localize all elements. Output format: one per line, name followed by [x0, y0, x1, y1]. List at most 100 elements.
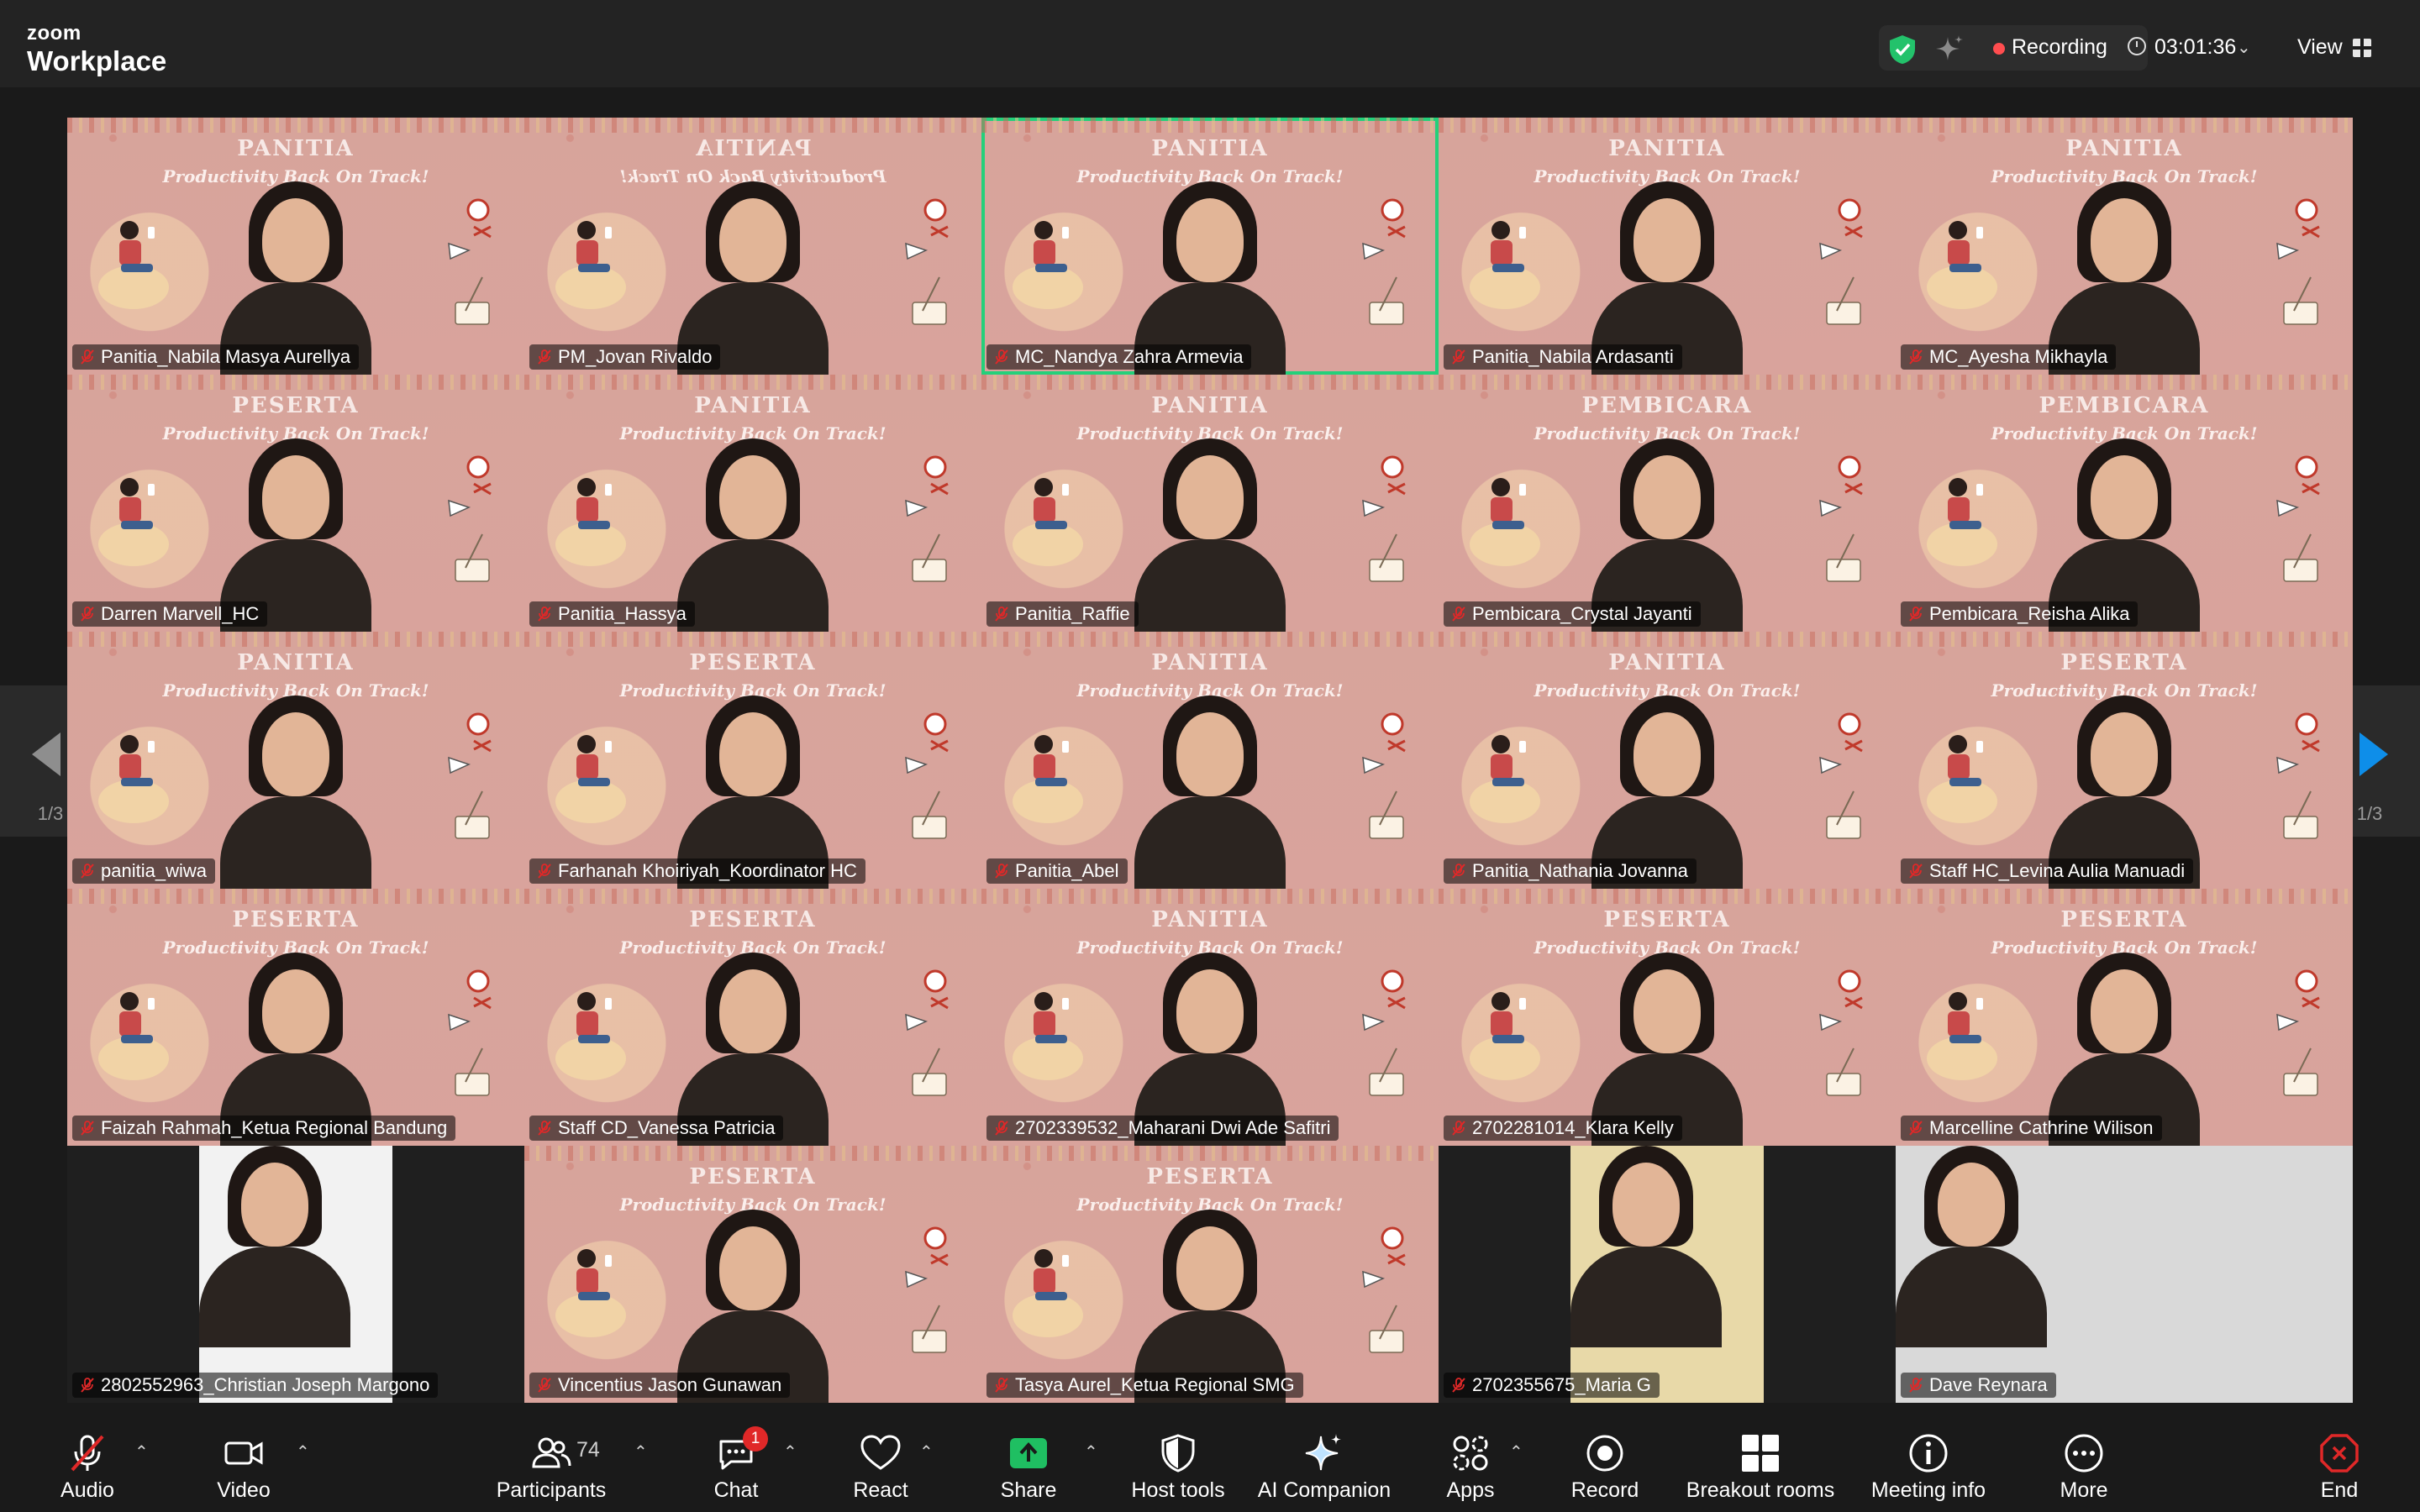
recording-label[interactable]: Recording [2012, 35, 2107, 60]
illustration-doodles-icon [905, 969, 949, 1096]
record-button[interactable]: Record [1563, 1416, 1647, 1512]
video-tile[interactable]: Dave Reynara [1896, 1146, 2353, 1403]
background-banner-role: PANITIA [694, 136, 812, 161]
chevron-down-icon[interactable]: ⌄ [2237, 37, 2251, 58]
grid-view-icon[interactable] [2353, 39, 2371, 57]
illustration-girl-icon [555, 478, 626, 566]
video-button[interactable]: Video [202, 1416, 286, 1512]
participants-options-chevron-icon[interactable]: ⌃ [634, 1441, 648, 1462]
participant-video-feed [1134, 438, 1286, 632]
background-banner-role: PESERTA [232, 393, 360, 418]
participant-name-text: Panitia_Nathania Jovanna [1472, 860, 1688, 881]
video-tile[interactable]: PANITIA Productivity Back On Track! PM_Jov… [524, 118, 981, 375]
participant-name-label: Tasya Aurel_Ketua Regional SMG [986, 1373, 1303, 1398]
participant-video-feed [1896, 1146, 2353, 1403]
meeting-info-button[interactable]: Meeting info [1865, 1416, 1991, 1512]
background-banner-role: PESERTA [2060, 650, 2188, 675]
logo-zoom-text: zoom [27, 22, 82, 45]
ai-companion-button[interactable]: AI Companion [1257, 1416, 1392, 1512]
logo-workplace-text: Workplace [27, 45, 167, 76]
video-tile[interactable]: PANITIA Productivity Back On Track! Paniti… [1439, 632, 1896, 889]
video-tile[interactable]: 2702355675_Maria G [1439, 1146, 1896, 1403]
video-tile[interactable]: 2802552963_Christian Joseph Margono [67, 1146, 524, 1403]
share-button[interactable]: Share [988, 1416, 1069, 1512]
participant-name-text: Vincentius Jason Gunawan [558, 1374, 782, 1395]
video-tile[interactable]: PEMBICARA Productivity Back On Track! Pemb… [1896, 375, 2353, 632]
background-banner-role: PESERTA [689, 1164, 817, 1189]
video-tile[interactable]: PESERTA Productivity Back On Track! Darren… [67, 375, 524, 632]
meeting-timer[interactable]: 03:01:36 [2154, 35, 2236, 60]
video-tile[interactable]: PESERTA Productivity Back On Track! Faizah… [67, 889, 524, 1146]
microphone-muted-icon [995, 864, 1008, 879]
participant-video-feed [199, 1146, 392, 1403]
microphone-muted-icon [538, 1121, 551, 1136]
video-tile[interactable]: PESERTA Productivity Back On Track! Marcel… [1896, 889, 2353, 1146]
background-banner-role: PESERTA [232, 907, 360, 932]
react-options-chevron-icon[interactable]: ⌃ [919, 1441, 934, 1462]
illustration-doodles-icon [448, 455, 492, 582]
microphone-muted-icon [538, 606, 551, 622]
microphone-muted-icon [1452, 864, 1465, 879]
chat-options-chevron-icon[interactable]: ⌃ [783, 1441, 797, 1462]
participants-button[interactable]: Participants [492, 1416, 610, 1512]
microphone-muted-icon [1452, 606, 1465, 622]
participant-name-text: 2702339532_Maharani Dwi Ade Safitri [1015, 1117, 1331, 1138]
participant-name-label: Pembicara_Crystal Jayanti [1444, 601, 1701, 627]
background-banner-role: PANITIA [1608, 650, 1726, 675]
view-button[interactable]: View [2297, 35, 2343, 60]
zoom-logo: zoom Workplace [27, 22, 167, 76]
video-tile[interactable]: PANITIA Productivity Back On Track! Paniti… [981, 375, 1439, 632]
apps-button[interactable]: Apps [1428, 1416, 1512, 1512]
illustration-doodles-icon [2276, 712, 2320, 839]
participant-name-label: Faizah Rahmah_Ketua Regional Bandung [72, 1116, 456, 1141]
video-tile[interactable]: PESERTA Productivity Back On Track! 270228… [1439, 889, 1896, 1146]
video-tile[interactable]: PANITIA Productivity Back On Track! paniti… [67, 632, 524, 889]
background-banner-role: PESERTA [1603, 907, 1731, 932]
video-options-chevron-icon[interactable]: ⌃ [296, 1441, 310, 1462]
audio-button[interactable]: Audio [44, 1416, 131, 1512]
participant-name-text: Panitia_Hassya [558, 603, 687, 624]
participant-name-label: Staff HC_Levina Aulia Manuadi [1901, 858, 2194, 884]
video-tile[interactable]: PESERTA Productivity Back On Track! Staff … [524, 889, 981, 1146]
encryption-shield-icon[interactable] [1887, 34, 1918, 66]
host-tools-button[interactable]: Host tools [1126, 1416, 1230, 1512]
video-tile[interactable]: PEMBICARA Productivity Back On Track! Pemb… [1439, 375, 1896, 632]
ai-sparkle-icon[interactable] [1934, 34, 1965, 64]
microphone-muted-icon [81, 864, 94, 879]
video-tile[interactable]: PANITIA Productivity Back On Track! Paniti… [67, 118, 524, 375]
participant-name-label: 2702355675_Maria G [1444, 1373, 1660, 1398]
record-icon [1586, 1435, 1623, 1472]
illustration-girl-icon [1013, 735, 1083, 823]
participant-name-text: PM_Jovan Rivaldo [558, 346, 713, 367]
microphone-muted-icon [995, 1378, 1008, 1393]
illustration-girl-icon [1470, 992, 1540, 1080]
video-label: Video [217, 1478, 271, 1502]
chat-label: Chat [713, 1478, 759, 1502]
more-icon [2065, 1434, 2103, 1473]
breakout-rooms-button[interactable]: Breakout rooms [1681, 1416, 1840, 1512]
illustration-doodles-icon [1362, 712, 1406, 839]
video-tile[interactable]: PANITIA Productivity Back On Track! Paniti… [524, 375, 981, 632]
participant-name-label: Pembicara_Reisha Alika [1901, 601, 2139, 627]
background-banner-role: PESERTA [689, 650, 817, 675]
participant-name-text: Marcelline Cathrine Wilison [1929, 1117, 2154, 1138]
audio-options-chevron-icon[interactable]: ⌃ [134, 1441, 149, 1462]
more-button[interactable]: More [2042, 1416, 2126, 1512]
video-tile[interactable]: PANITIA Productivity Back On Track! MC_Nan… [981, 118, 1439, 375]
video-tile[interactable]: PESERTA Productivity Back On Track! Farhan… [524, 632, 981, 889]
share-options-chevron-icon[interactable]: ⌃ [1084, 1441, 1098, 1462]
video-tile[interactable]: PESERTA Productivity Back On Track! Tasya … [981, 1146, 1439, 1403]
video-tile[interactable]: PANITIA Productivity Back On Track! 270233… [981, 889, 1439, 1146]
participant-name-label: Darren Marvell_HC [72, 601, 268, 627]
illustration-girl-icon [555, 1249, 626, 1337]
end-meeting-button[interactable]: End [2306, 1416, 2373, 1512]
video-tile[interactable]: PESERTA Productivity Back On Track! Vincen… [524, 1146, 981, 1403]
illustration-doodles-icon [905, 198, 949, 325]
apps-options-chevron-icon[interactable]: ⌃ [1509, 1441, 1523, 1462]
video-tile[interactable]: PESERTA Productivity Back On Track! Staff … [1896, 632, 2353, 889]
video-tile[interactable]: PANITIA Productivity Back On Track! MC_Aye… [1896, 118, 2353, 375]
video-tile[interactable]: PANITIA Productivity Back On Track! Paniti… [1439, 118, 1896, 375]
record-label: Record [1570, 1478, 1639, 1502]
video-tile[interactable]: PANITIA Productivity Back On Track! Paniti… [981, 632, 1439, 889]
react-button[interactable]: React [840, 1416, 921, 1512]
